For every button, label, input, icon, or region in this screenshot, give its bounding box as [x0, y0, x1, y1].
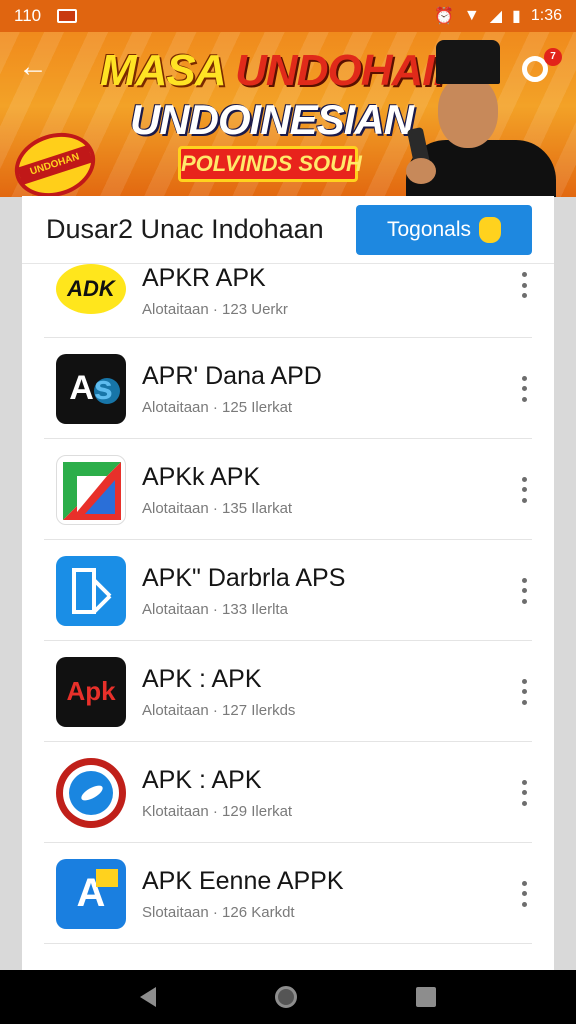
mail-icon [57, 9, 78, 23]
list-item[interactable]: APKk APK Alotaitaan · 135 Ilarkat [22, 439, 554, 540]
more-options-icon[interactable] [520, 272, 528, 298]
system-nav-bar [0, 970, 576, 1024]
banner-subtitle: POLVINDS SOUH [178, 146, 362, 182]
alarm-icon: ⏰ [433, 8, 454, 25]
more-options-icon[interactable] [520, 678, 528, 705]
more-options-icon[interactable] [520, 779, 528, 806]
app-meta: Alotaitaan · 127 Ilerkds [142, 701, 296, 719]
app-meta: Klotaitaan · 129 Ilerkat [142, 802, 293, 820]
apk-red-icon: Apk [56, 656, 126, 727]
list-item[interactable]: APK : APK Klotaitaan · 129 Ilerkat [22, 742, 554, 843]
status-bar: 110 ⏰ ▼ ◢ ▮ 1:36 [0, 0, 576, 32]
app-name: APR' Dana APD [142, 361, 322, 390]
app-name: APK Eenne APPK [142, 866, 344, 895]
list-item[interactable]: ADK APKR APK Alotaitaan · 123 Uerkr [22, 264, 554, 338]
list-item[interactable]: Apk APK : APK Alotaitaan · 127 Ilerkds [22, 641, 554, 742]
k-triangle-icon [56, 454, 126, 525]
app-meta: Alotaitaan · 125 Ilerkat [142, 398, 293, 416]
app-meta: Alotaitaan · 133 Ilerlta [142, 600, 288, 618]
more-options-icon[interactable] [520, 880, 528, 907]
wifi-icon: ▼ [463, 7, 480, 24]
more-options-icon[interactable] [520, 375, 528, 402]
nav-home-icon[interactable] [274, 986, 297, 1008]
nav-back-icon[interactable] [139, 987, 156, 1007]
blue-a-icon: A [56, 858, 126, 929]
signal-icon: ◢ [489, 8, 503, 25]
card-title: Dusar2 Unac Indohaan [46, 214, 324, 244]
blue-book-icon [56, 555, 126, 626]
round-badge-icon [56, 757, 126, 828]
app-name: APK : APK [142, 765, 262, 794]
back-arrow-icon[interactable]: ← [18, 52, 50, 84]
nav-recent-apps-icon[interactable] [416, 987, 437, 1007]
banner-title-line2: UNDOINESIAN [130, 96, 414, 143]
more-options-icon[interactable] [520, 476, 528, 503]
app-name: APKR APK [142, 264, 266, 292]
list-item[interactable]: A APK Eenne APPK Slotaitaan · 126 Karkdt [22, 843, 554, 944]
app-list-card: Dusar2 Unac Indohaan Togonals ADK APKR A… [22, 196, 554, 970]
indonesia-button[interactable]: Togonals [356, 204, 532, 255]
apk-yellow-icon: ADK [56, 264, 126, 314]
app-name: APK" Darbrla APS [142, 563, 346, 592]
app-list: ADK APKR APK Alotaitaan · 123 Uerkr As A… [22, 264, 554, 944]
app-meta: Alotaitaan · 123 Uerkr [142, 301, 288, 318]
list-item[interactable]: As APR' Dana APD Alotaitaan · 125 Ilerka… [22, 338, 554, 439]
status-time-left: 110 [14, 6, 42, 25]
as-logo-icon: As [56, 353, 126, 424]
app-meta: Alotaitaan · 135 Ilarkat [142, 499, 293, 517]
battery-icon: ▮ [512, 8, 521, 25]
more-options-icon[interactable] [520, 577, 528, 604]
wave-hand-icon [479, 216, 502, 243]
list-item[interactable]: APK" Darbrla APS Alotaitaan · 133 Ilerlt… [22, 540, 554, 641]
app-name: APKk APK [142, 462, 261, 491]
notification-badge: 7 [544, 48, 562, 66]
app-meta: Slotaitaan · 126 Karkdt [142, 903, 295, 921]
search-notification-button[interactable]: 7 [522, 48, 562, 86]
app-name: APK : APK [142, 664, 262, 693]
status-time: 1:36 [530, 7, 562, 24]
card-header: Dusar2 Unac Indohaan Togonals [22, 196, 554, 264]
